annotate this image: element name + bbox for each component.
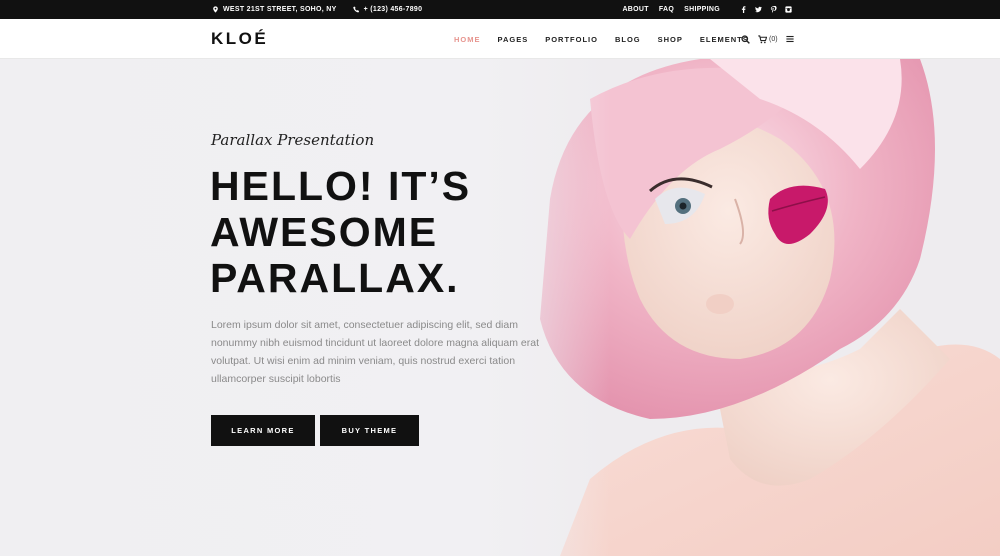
nav-blog[interactable]: BLOG [615, 35, 641, 44]
site-header: KLOÉ HOME PAGES PORTFOLIO BLOG SHOP ELEM… [0, 19, 1000, 59]
cart-icon [758, 34, 767, 43]
contact-info: WEST 21ST STREET, SOHO, NY + (123) 456-7… [212, 0, 422, 19]
address: WEST 21ST STREET, SOHO, NY [212, 6, 337, 13]
nav-pages[interactable]: PAGES [498, 35, 529, 44]
social-links [740, 6, 792, 13]
twitter-icon[interactable] [755, 6, 762, 13]
phone-text[interactable]: + (123) 456-7890 [364, 6, 423, 13]
site-logo[interactable]: KLOÉ [211, 29, 268, 49]
hero-headline: HELLO! IT’S AWESOME PARALLAX. [210, 163, 510, 301]
location-pin-icon [213, 6, 218, 13]
menu-icon[interactable] [785, 35, 794, 43]
cart-button[interactable]: (0) [758, 34, 778, 44]
phone: + (123) 456-7890 [352, 6, 423, 13]
top-bar: WEST 21ST STREET, SOHO, NY + (123) 456-7… [0, 0, 1000, 19]
hero-eyebrow: Parallax Presentation [211, 131, 375, 149]
top-links: ABOUT FAQ SHIPPING [622, 6, 720, 13]
about-link[interactable]: ABOUT [622, 6, 648, 13]
headline-line-3: PARALLAX. [210, 255, 460, 301]
headline-line-1: HELLO! IT’S [210, 163, 472, 209]
facebook-icon[interactable] [740, 6, 747, 13]
address-text: WEST 21ST STREET, SOHO, NY [223, 6, 337, 13]
faq-link[interactable]: FAQ [659, 6, 674, 13]
main-nav: HOME PAGES PORTFOLIO BLOG SHOP ELEMENTS [454, 19, 766, 59]
hero-section: Parallax Presentation HELLO! IT’S AWESOM… [0, 59, 1000, 556]
learn-more-button[interactable]: LEARN MORE [211, 415, 315, 446]
nav-home[interactable]: HOME [454, 35, 481, 44]
shipping-link[interactable]: SHIPPING [684, 6, 720, 13]
headline-line-2: AWESOME [210, 209, 439, 255]
pinterest-icon[interactable] [770, 6, 777, 13]
phone-icon [352, 6, 359, 13]
search-icon[interactable] [741, 34, 750, 44]
hero-description: Lorem ipsum dolor sit amet, consectetuer… [211, 319, 540, 385]
nav-portfolio[interactable]: PORTFOLIO [545, 35, 598, 44]
cart-count: (0) [769, 35, 778, 43]
hero-model-image [480, 59, 1000, 556]
nav-shop[interactable]: SHOP [658, 35, 683, 44]
instagram-icon[interactable] [785, 6, 792, 13]
buy-theme-button[interactable]: BUY THEME [320, 415, 419, 446]
header-tools: (0) [741, 19, 794, 59]
